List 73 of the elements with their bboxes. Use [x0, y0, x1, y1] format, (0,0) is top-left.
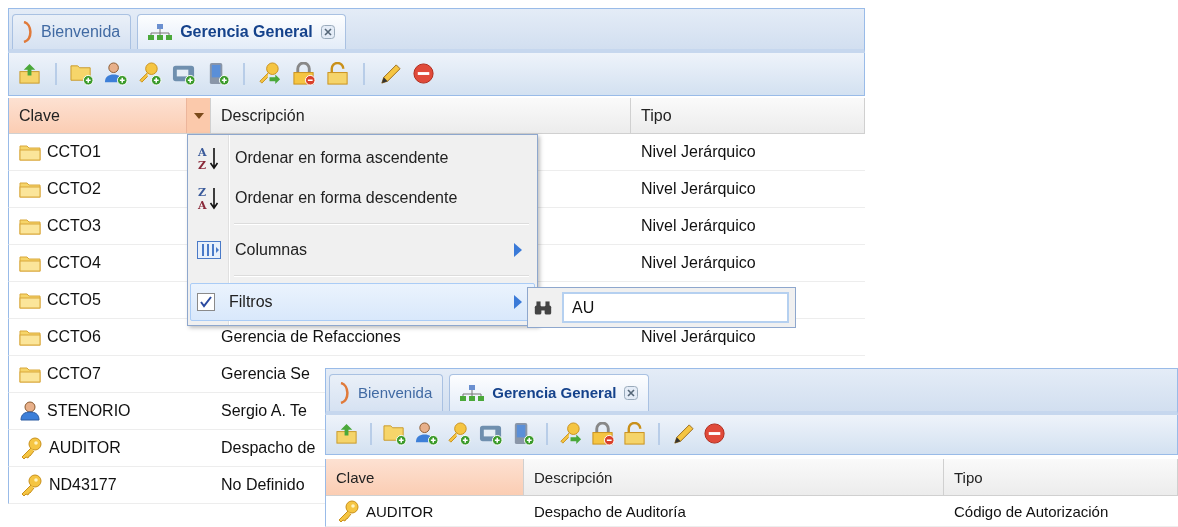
menu-item[interactable]: A Z Ordenar en forma ascendente: [190, 139, 535, 177]
table-cell-text: No Definido: [221, 476, 305, 494]
dropdown-trigger[interactable]: [186, 98, 210, 133]
org-chart-icon: [460, 383, 485, 402]
table-cell-text: CCTO2: [47, 180, 101, 198]
folder-icon: [19, 180, 41, 198]
menu-item[interactable]: Columnas: [190, 231, 535, 269]
lock-minus-button[interactable]: [291, 61, 317, 87]
table-cell-text: CCTO6: [47, 328, 101, 346]
key-arrow-button[interactable]: [257, 61, 283, 87]
table-cell-text: CCTO4: [47, 254, 101, 272]
unlock-button[interactable]: [622, 421, 648, 448]
table-cell-text: Despacho de Auditoría: [534, 502, 686, 520]
folder-icon: [19, 365, 41, 383]
binoculars-icon: [534, 298, 552, 317]
filter-input[interactable]: AU: [562, 292, 789, 323]
close-icon: [624, 385, 639, 400]
table-cell-text: AUDITOR: [366, 502, 434, 520]
menu-item[interactable]: Z A Ordenar en forma descendente: [190, 179, 535, 217]
table-cell-text: Gerencia de Refacciones: [221, 328, 401, 346]
submenu-arrow-icon: [514, 295, 522, 309]
table-cell-text: Sergio A. Te: [221, 402, 307, 420]
tab[interactable]: Bienvenida: [329, 374, 444, 411]
close-icon: [320, 25, 335, 39]
columns-icon: [197, 241, 221, 259]
swirl-icon: [23, 21, 33, 43]
table-cell-text: Nivel Jerárquico: [641, 328, 756, 346]
swirl-icon: [340, 381, 350, 404]
table-cell-text: Nivel Jerárquico: [641, 143, 756, 161]
folder-icon: [19, 143, 41, 161]
key-icon: [19, 474, 43, 496]
table-cell-text: Despacho de: [221, 439, 316, 457]
table-cell-text: Código de Autorización: [954, 502, 1109, 520]
table-cell-text: ND43177: [49, 476, 117, 494]
column-header[interactable]: Descripción: [211, 98, 631, 134]
table-cell-text: CCTO3: [47, 217, 101, 235]
table-cell-text: STENORIO: [47, 402, 131, 420]
table-cell-text: Nivel Jerárquico: [641, 180, 756, 198]
column-header[interactable]: Tipo: [944, 459, 1178, 497]
org-chart-icon: [148, 23, 173, 41]
tab[interactable]: Gerencia General: [137, 14, 346, 49]
folder-icon: [19, 254, 41, 272]
column-header[interactable]: Clave: [9, 98, 211, 134]
user-add-button[interactable]: [103, 61, 129, 87]
tab[interactable]: Gerencia General: [449, 374, 650, 411]
lock-minus-button[interactable]: [590, 421, 616, 448]
folder-icon: [19, 328, 41, 346]
column-header[interactable]: Clave: [326, 459, 524, 497]
folder-icon: [19, 217, 41, 235]
checkbox[interactable]: [197, 293, 215, 311]
folder-icon: [19, 291, 41, 309]
column-header[interactable]: Descripción: [524, 459, 944, 497]
table-cell-text: CCTO1: [47, 143, 101, 161]
minus-circle-button[interactable]: [411, 61, 437, 87]
key-icon: [336, 500, 360, 523]
user-icon: [19, 401, 41, 421]
key-add-button[interactable]: [446, 421, 472, 448]
upload-button[interactable]: [17, 61, 43, 87]
user-add-button[interactable]: [414, 421, 440, 448]
key-icon: [19, 437, 43, 459]
unlock-button[interactable]: [325, 61, 351, 87]
submenu-arrow-icon: [514, 243, 522, 257]
key-add-button[interactable]: [137, 61, 163, 87]
table-cell-text: CCTO7: [47, 365, 101, 383]
table-cell-text: Gerencia Se: [221, 365, 310, 383]
table-cell-text: Nivel Jerárquico: [641, 254, 756, 272]
table-cell-text: AUDITOR: [49, 439, 121, 457]
tab[interactable]: Bienvenida: [12, 14, 132, 49]
menu-item[interactable]: Filtros: [190, 283, 535, 321]
table-cell-text: Nivel Jerárquico: [641, 217, 756, 235]
caret-icon: [193, 112, 204, 119]
table-cell-text: CCTO5: [47, 291, 101, 309]
column-header[interactable]: Tipo: [631, 98, 865, 134]
